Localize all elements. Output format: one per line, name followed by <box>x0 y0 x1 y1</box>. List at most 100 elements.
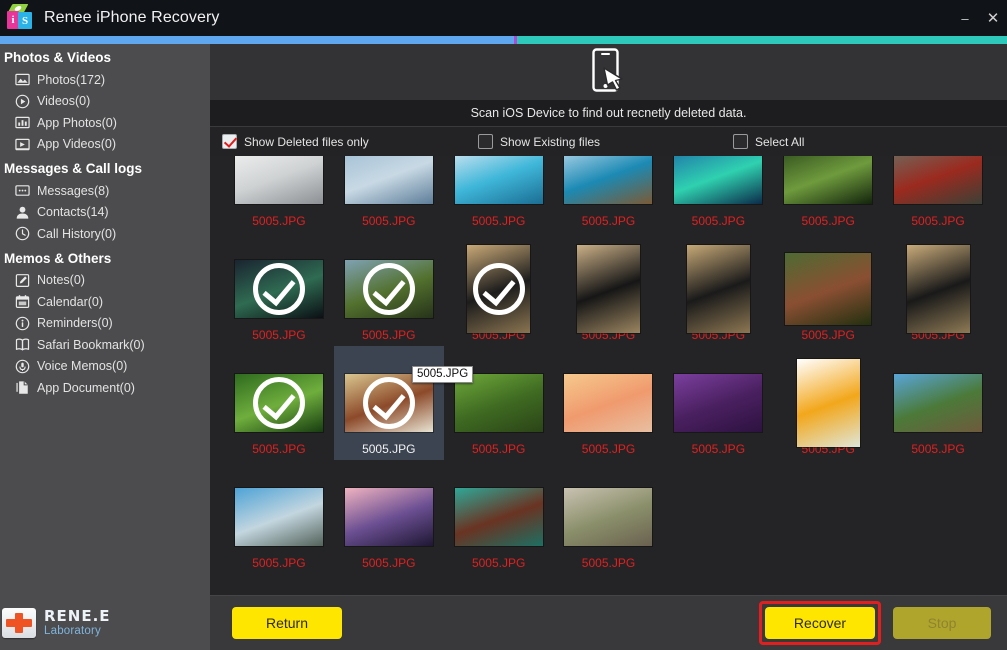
photo-thumbnail-mountain-ruins[interactable] <box>894 374 983 432</box>
checkbox-select-all[interactable]: Select All <box>733 134 804 149</box>
brand-footer: RENE.E Laboratory <box>0 596 210 650</box>
thumbnail-cell[interactable]: 5005.JPG <box>554 346 664 460</box>
brand-name: RENE.E <box>44 607 111 626</box>
checkbox-unchecked-icon[interactable] <box>733 134 748 149</box>
photo-thumbnail-lavender-field[interactable] <box>674 374 763 432</box>
thumbnail-filename: 5005.JPG <box>801 214 855 228</box>
thumbnail-cell[interactable]: 5005.JPG <box>224 232 334 346</box>
thumbnail-cell[interactable]: 5005.JPG <box>663 232 773 346</box>
minimize-icon[interactable]: – <box>951 0 979 36</box>
selected-check-icon <box>252 263 305 315</box>
checkbox-label: Show Existing files <box>500 134 601 149</box>
sidebar-item-photos[interactable]: Photos(172) <box>0 69 210 91</box>
app-logo-icon: i S <box>6 3 36 33</box>
thumbnail-holder <box>224 156 334 214</box>
photo-thumbnail-red-door-alley[interactable] <box>894 156 983 204</box>
sidebar-group-header: Memos & Others <box>4 250 112 266</box>
thumbnail-cell[interactable]: 5005.JPG <box>334 232 444 346</box>
checkbox-show-deleted-only[interactable]: Show Deleted files only <box>222 134 369 149</box>
thumbnail-filename: 5005.JPG <box>911 442 965 456</box>
thumbnail-holder <box>773 250 883 328</box>
book-icon <box>14 337 30 353</box>
thumbnail-cell[interactable]: 5005.JPG <box>554 156 664 232</box>
thumbnail-cell[interactable]: 5005.JPG <box>444 460 554 574</box>
sidebar-item-contacts[interactable]: Contacts(14) <box>0 202 210 224</box>
sidebar-item-voice-memos[interactable]: Voice Memos(0) <box>0 356 210 378</box>
thumbnail-cell[interactable]: 5005.JPG <box>444 232 554 346</box>
photo-thumbnail-keyboard-desk-3[interactable] <box>686 245 750 333</box>
first-aid-kit-icon <box>2 608 36 638</box>
thumbnail-cell[interactable]: 5005.JPG <box>883 232 993 346</box>
checkbox-checked-icon[interactable] <box>222 134 237 149</box>
message-icon <box>14 183 30 199</box>
thumbnail-cell[interactable]: 5005.JPG <box>334 156 444 232</box>
thumbnail-cell[interactable]: 5005.JPG <box>554 460 664 574</box>
thumbnail-filename: 5005.JPG <box>362 214 416 228</box>
sidebar-item-app-document[interactable]: App Document(0) <box>0 377 210 399</box>
return-button[interactable]: Return <box>232 607 342 639</box>
photo-thumbnail-mountain-lake[interactable] <box>454 156 543 204</box>
sidebar-item-label: App Videos(0) <box>37 137 116 152</box>
thumbnail-cell[interactable]: 5005.JPG <box>224 346 334 460</box>
photo-thumbnail-green-forest[interactable] <box>784 156 873 204</box>
photo-thumbnail-kitchen-counter[interactable] <box>234 156 323 204</box>
photo-thumbnail-garden-wall-decor[interactable] <box>564 488 653 546</box>
thumbnail-holder <box>883 156 993 214</box>
selected-check-icon <box>362 263 415 315</box>
thumbnail-cell[interactable]: 5005.JPG <box>773 156 883 232</box>
close-icon[interactable]: ✕ <box>979 0 1007 36</box>
thumbnail-cell[interactable]: 5005.JPG <box>663 156 773 232</box>
sidebar: Photos & Videos Photos(172) Videos(0) App P… <box>0 44 210 650</box>
thumbnail-cell[interactable]: 5005.JPG <box>883 156 993 232</box>
photo-thumbnail-aurora-water[interactable] <box>674 156 763 204</box>
photo-thumbnail-lake-reflection[interactable] <box>344 156 433 204</box>
checkbox-label: Select All <box>755 134 805 149</box>
photo-thumbnail-old-shop-front[interactable] <box>785 253 872 325</box>
thumbnail-filename: 5005.JPG <box>801 328 855 342</box>
sidebar-item-app-photos[interactable]: App Photos(0) <box>0 112 210 134</box>
sidebar-item-calendar[interactable]: Calendar(0) <box>0 291 210 313</box>
sidebar-item-label: Photos(172) <box>37 72 106 87</box>
checkbox-unchecked-icon[interactable] <box>478 134 493 149</box>
photo-thumbnail-pier-sunset[interactable] <box>564 156 653 204</box>
sidebar-item-reminders[interactable]: Reminders(0) <box>0 313 210 335</box>
thumbnail-cell[interactable]: 5005.JPG <box>883 346 993 460</box>
sidebar-item-app-videos[interactable]: App Videos(0) <box>0 134 210 156</box>
photo-thumbnail-keyboard-desk-2[interactable] <box>576 245 640 333</box>
selected-check-icon <box>472 263 525 315</box>
photo-thumbnail-purple-dusk-hills[interactable] <box>344 488 433 546</box>
phone-tap-icon <box>591 47 626 97</box>
progress-teal-segment <box>516 36 1007 44</box>
photo-thumbnail-teal-house-door[interactable] <box>454 488 543 546</box>
sidebar-item-call-history[interactable]: Call History(0) <box>0 223 210 245</box>
sidebar-item-label: Safari Bookmark(0) <box>37 337 145 352</box>
thumbnail-cell[interactable]: 5005.JPG <box>334 460 444 574</box>
thumbnail-cell[interactable]: 5005.JPG <box>224 156 334 232</box>
thumbnail-cell[interactable]: 5005.JPG <box>773 232 883 346</box>
app-window: i S Renee iPhone Recovery – ✕ Photos & V… <box>0 0 1007 650</box>
thumbnail-cell[interactable]: 5005.JPG <box>444 346 554 460</box>
thumbnail-cell[interactable]: 5005.JPG <box>333 346 444 460</box>
thumbnail-cell[interactable]: 5005.JPG <box>773 346 883 460</box>
recover-button[interactable]: Recover <box>765 607 875 639</box>
sidebar-item-label: Call History(0) <box>37 226 117 241</box>
photo-thumbnail-browser-map-page[interactable] <box>796 359 860 447</box>
sidebar-item-messages[interactable]: Messages(8) <box>0 180 210 202</box>
photo-thumbnail-keyboard-desk-4[interactable] <box>906 245 970 333</box>
thumbnail-cell[interactable]: 5005.JPG <box>554 232 664 346</box>
photo-thumbnail-orange-sea-sunset[interactable] <box>564 374 653 432</box>
thumbnail-cell[interactable]: 5005.JPG <box>663 346 773 460</box>
checkbox-show-existing[interactable]: Show Existing files <box>478 134 600 149</box>
thumbnail-cell[interactable]: 5005.JPG <box>444 156 554 232</box>
thumbnail-filename: 5005.JPG <box>471 442 526 456</box>
sidebar-item-label: Notes(0) <box>37 273 85 288</box>
thumbnail-grid: 5005.JPG 5005.JPG 5005.JPG 5005.JPG 5005.JPG… <box>210 156 1007 574</box>
thumbnail-cell[interactable]: 5005.JPG <box>224 460 334 574</box>
thumbnail-grid-area[interactable]: 5005.JPG 5005.JPG 5005.JPG 5005.JPG 5005.JPG… <box>210 156 1007 595</box>
sidebar-group-header: Photos & Videos <box>4 50 112 65</box>
sidebar-item-safari-bookmark[interactable]: Safari Bookmark(0) <box>0 334 210 356</box>
sidebar-item-notes[interactable]: Notes(0) <box>0 270 210 292</box>
photo-thumbnail-calm-lake-clouds[interactable] <box>234 488 323 546</box>
action-bar: Return Recover Stop <box>210 595 1007 650</box>
sidebar-item-videos[interactable]: Videos(0) <box>0 91 210 113</box>
